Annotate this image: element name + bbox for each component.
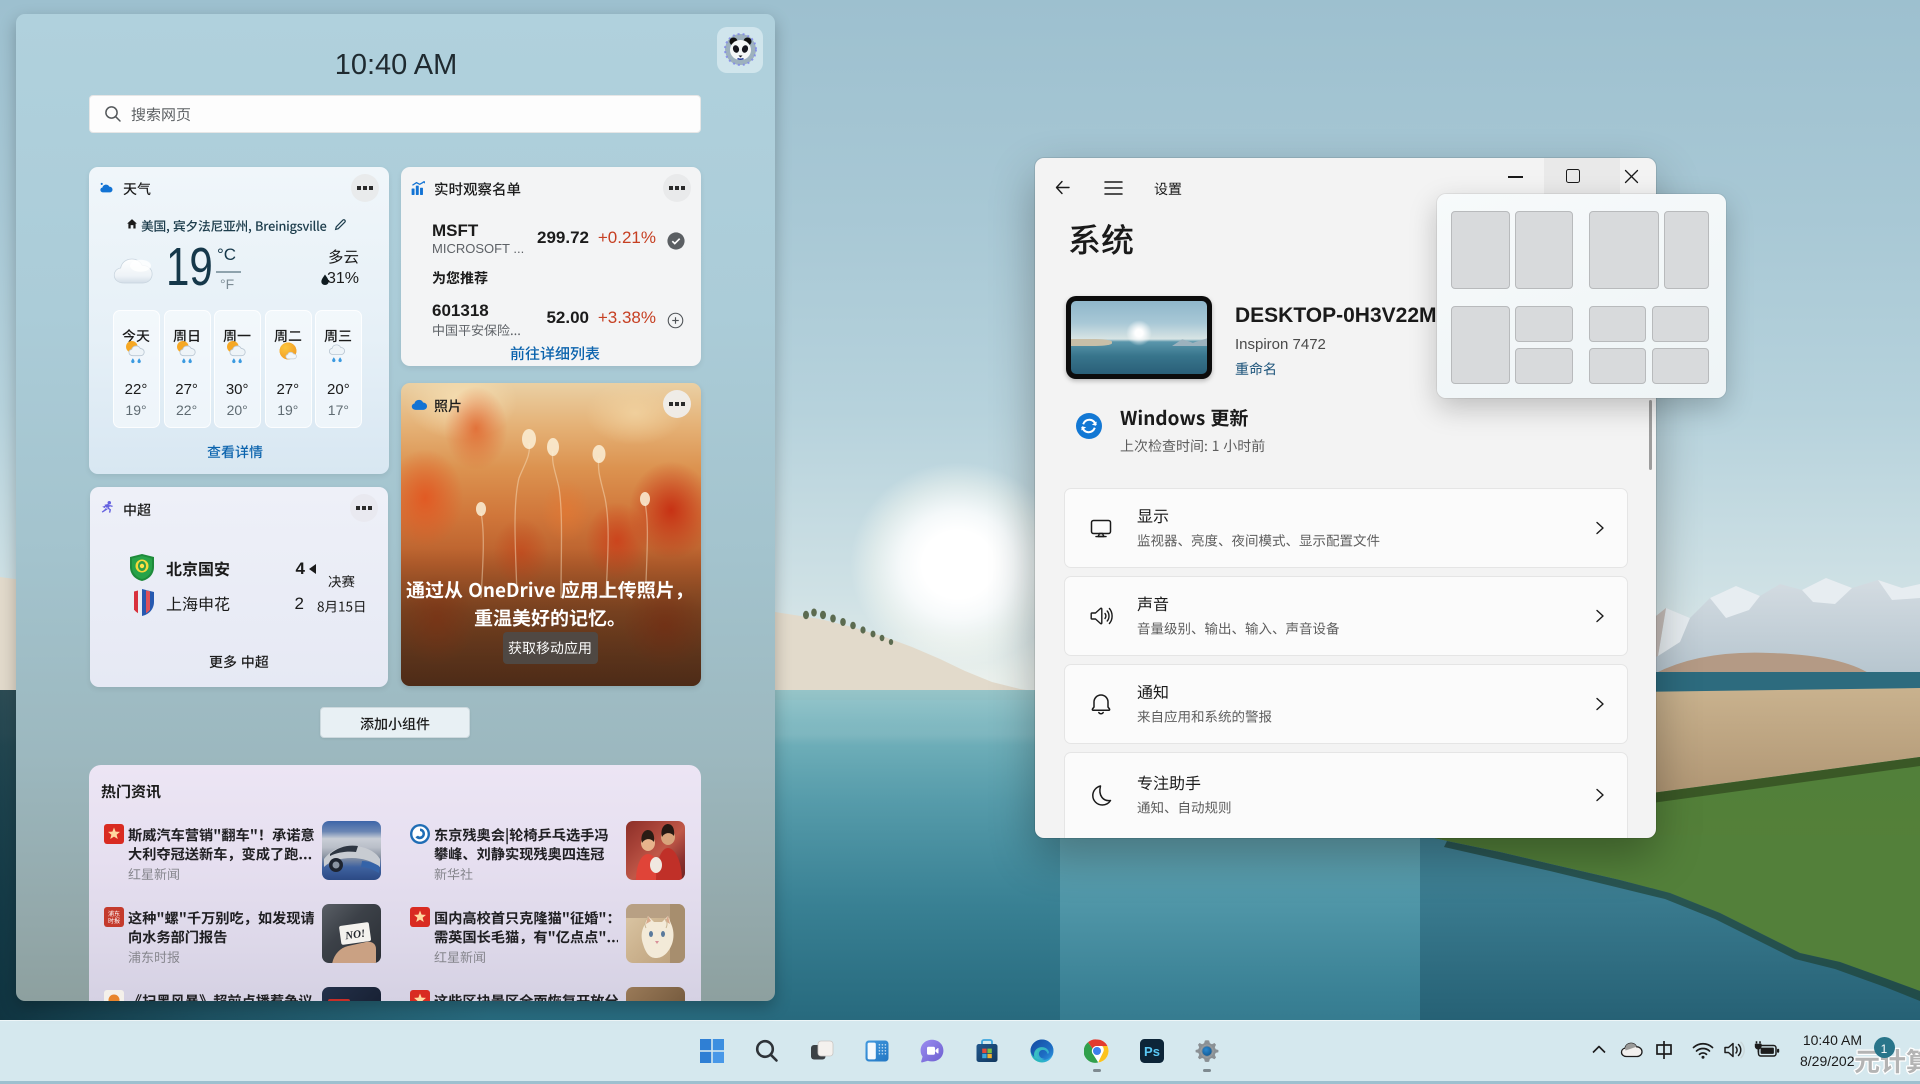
svg-text:时报: 时报 [108, 917, 120, 925]
svg-text:浦东: 浦东 [108, 910, 120, 918]
svg-text:Ps: Ps [1144, 1044, 1160, 1059]
